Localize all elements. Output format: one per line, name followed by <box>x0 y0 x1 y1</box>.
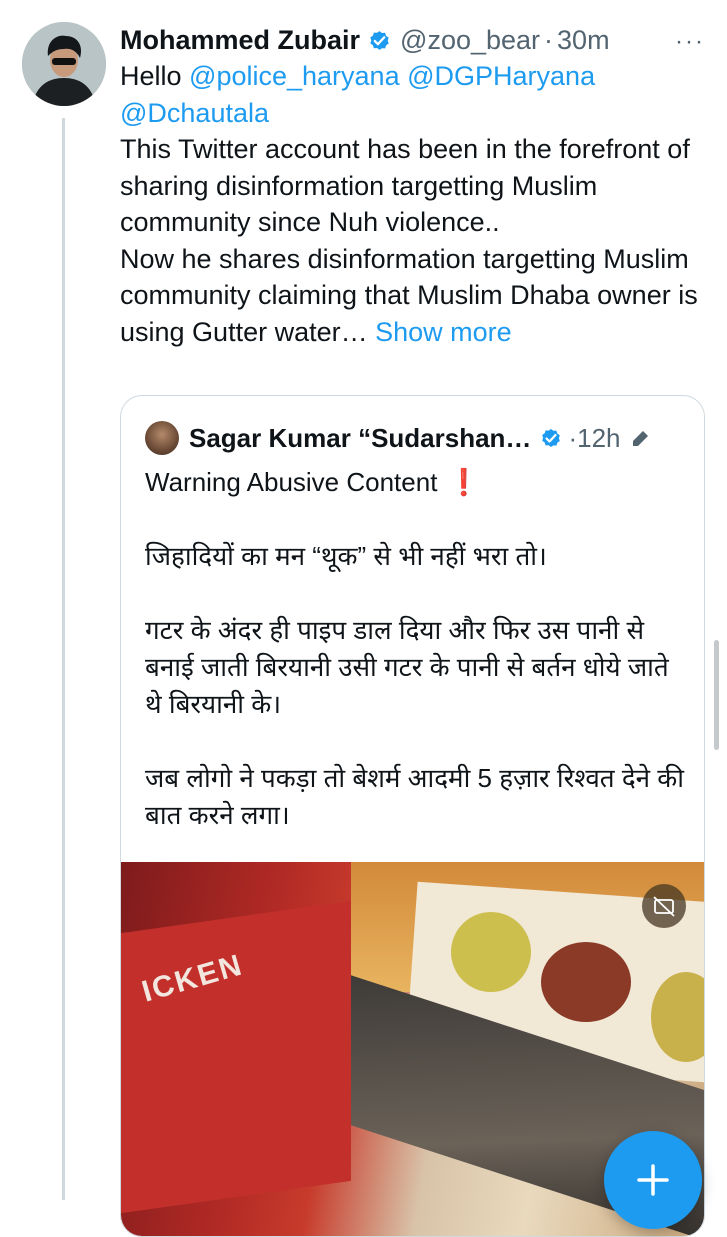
plus-icon <box>637 1164 669 1196</box>
greeting: Hello <box>120 61 182 91</box>
scrollbar[interactable] <box>714 640 719 750</box>
quote-author-avatar[interactable] <box>145 421 179 455</box>
quoted-tweet[interactable]: Sagar Kumar “Sudarshan… · 12h Warning Ab… <box>120 395 705 1237</box>
quote-time[interactable]: 12h <box>577 423 620 454</box>
mention-dgp-haryana[interactable]: @DGPHaryana <box>407 61 595 91</box>
tweet-text: Hello @police_haryana @DGPHaryana @Dchau… <box>120 58 710 350</box>
author-name[interactable]: Mohammed Zubair <box>120 25 360 56</box>
quote-author-name[interactable]: Sagar Kumar “Sudarshan… <box>189 423 531 454</box>
captions-icon[interactable] <box>642 884 686 928</box>
quote-paragraph-2: गटर के अंदर ही पाइप डाल दिया और फिर उस प… <box>145 615 669 719</box>
warning-line: Warning Abusive Content <box>145 467 438 497</box>
exclamation-icon: ❗ <box>447 467 480 497</box>
quote-text: Warning Abusive Content ❗ जिहादियों का मन… <box>145 464 690 834</box>
video-plate <box>451 912 531 992</box>
tweet-paragraph-1: This Twitter account has been in the for… <box>120 134 690 237</box>
thread-line <box>62 118 65 1200</box>
more-options-icon[interactable]: ··· <box>675 28 705 56</box>
compose-button[interactable] <box>604 1131 702 1229</box>
separator-dot: · <box>568 422 578 453</box>
author-avatar[interactable] <box>22 22 106 106</box>
separator-dot: · <box>544 24 554 55</box>
quote-header: Sagar Kumar “Sudarshan… · 12h <box>145 420 653 456</box>
tweet-header: Mohammed Zubair @zoo_bear · 30m <box>120 22 610 58</box>
verified-badge-icon <box>542 429 561 447</box>
quote-paragraph-1: जिहादियों का मन “थूक” से भी नहीं भरा तो। <box>145 541 547 571</box>
tweet-time[interactable]: 30m <box>557 25 610 56</box>
mention-dchautala[interactable]: @Dchautala <box>120 98 269 128</box>
show-more-link[interactable]: Show more <box>375 317 512 347</box>
verified-badge-icon <box>370 30 389 50</box>
mention-police-haryana[interactable]: @police_haryana <box>189 61 400 91</box>
avatar-photo <box>22 22 106 106</box>
pen-icon <box>632 429 650 446</box>
quote-paragraph-3: जब लोगो ने पकड़ा तो बेशर्म आदमी 5 हज़ार … <box>145 763 684 830</box>
captions-off-glyph <box>653 896 675 917</box>
author-handle[interactable]: @zoo_bear <box>400 25 540 56</box>
video-plate <box>541 942 631 1022</box>
